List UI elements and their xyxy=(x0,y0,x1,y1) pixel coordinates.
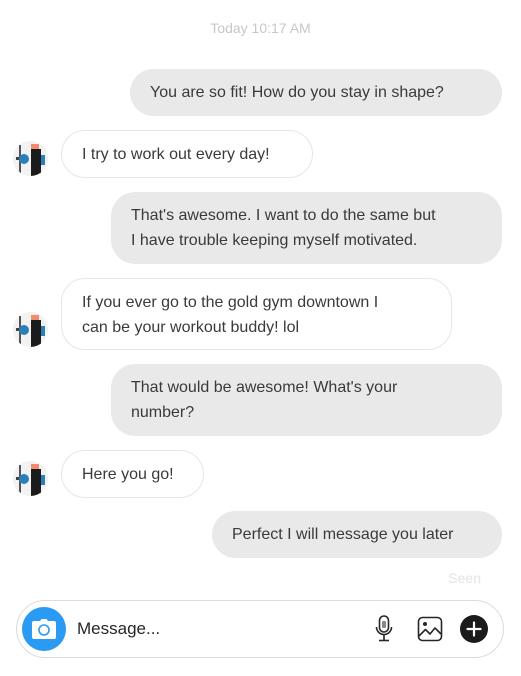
avatar-image xyxy=(13,461,48,496)
message-text-line: number? xyxy=(131,404,195,421)
message-text-line: can be your workout buddy! lol xyxy=(82,319,300,336)
message-text: I try to work out every day! xyxy=(82,145,270,163)
avatar[interactable] xyxy=(13,141,48,176)
avatar[interactable] xyxy=(13,312,48,347)
message-composer xyxy=(16,600,504,658)
message-bubble-sent: Perfect I will message you later xyxy=(212,511,502,558)
message-text: Perfect I will message you later xyxy=(232,526,454,543)
avatar-image xyxy=(13,141,48,176)
camera-icon xyxy=(32,619,56,639)
message-text-line: I have trouble keeping myself motivated. xyxy=(131,232,418,249)
voice-message-button[interactable] xyxy=(369,614,399,644)
message-input[interactable] xyxy=(77,613,357,645)
message-text-line: That would be awesome! What's your xyxy=(131,379,398,396)
message-bubble-sent: You are so fit! How do you stay in shape… xyxy=(130,69,502,116)
camera-button[interactable] xyxy=(22,607,66,651)
message-text-line: If you ever go to the gold gym downtown … xyxy=(82,294,379,311)
message-bubble-received: Here you go! xyxy=(61,450,204,498)
avatar[interactable] xyxy=(13,461,48,496)
message-bubble-received: If you ever go to the gold gym downtown … xyxy=(61,278,452,350)
message-bubble-sent: That would be awesome! What's your numbe… xyxy=(111,364,502,436)
message-text: You are so fit! How do you stay in shape… xyxy=(150,84,444,101)
image-upload-button[interactable] xyxy=(415,614,445,644)
conversation-timestamp: Today 10:17 AM xyxy=(210,20,311,36)
avatar-image xyxy=(13,312,48,347)
microphone-icon xyxy=(375,615,393,642)
plus-circle-icon xyxy=(460,615,488,643)
seen-receipt: Seen xyxy=(448,570,481,586)
message-bubble-sent: That's awesome. I want to do the same bu… xyxy=(111,192,502,264)
message-text: Here you go! xyxy=(82,465,174,483)
message-text-line: That's awesome. I want to do the same bu… xyxy=(131,207,436,224)
message-bubble-received: I try to work out every day! xyxy=(61,130,313,178)
add-button[interactable] xyxy=(459,614,489,644)
image-icon xyxy=(417,616,443,642)
